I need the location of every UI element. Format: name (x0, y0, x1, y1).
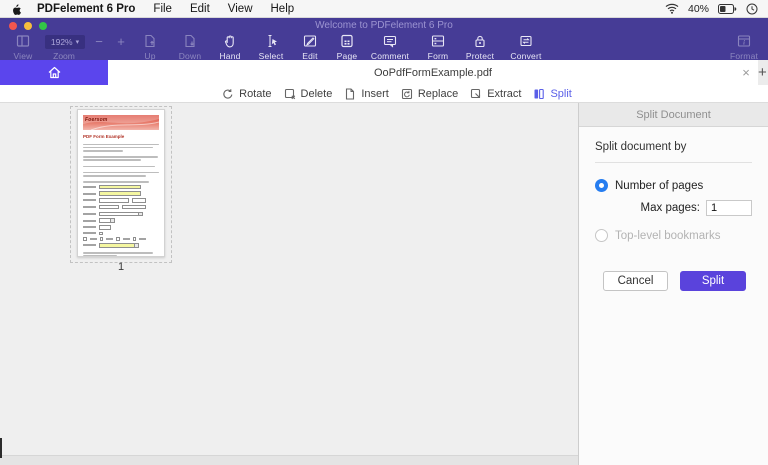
page-thumbnail[interactable]: Foersom PDF Form Example (77, 109, 165, 257)
toolbar-comment-button[interactable]: Comment (366, 33, 414, 61)
toolbar-page-button[interactable]: Page (323, 33, 371, 61)
menu-view[interactable]: View (228, 3, 253, 15)
toolbar-protect-button[interactable]: Protect (456, 33, 504, 61)
document-tab-title: OoPdfFormExample.pdf (374, 66, 492, 79)
page-grid-icon (323, 33, 371, 49)
sidebar-view-icon (0, 33, 47, 49)
menu-help[interactable]: Help (271, 3, 295, 15)
max-pages-row: Max pages: (595, 200, 752, 216)
rotate-tool-button[interactable]: Rotate (222, 88, 272, 100)
panel-title: Split Document (579, 103, 768, 127)
app-toolbar: Welcome to PDFelement 6 Pro View 192% ▾ … (0, 18, 768, 61)
window-title: Welcome to PDFelement 6 Pro (315, 20, 453, 31)
svg-text:i: i (743, 40, 745, 47)
home-tab-button[interactable] (0, 60, 108, 85)
panel-buttons: Cancel Split (603, 271, 746, 291)
battery-percent: 40% (687, 2, 709, 15)
new-tab-button[interactable]: + (758, 60, 768, 85)
toolbar-convert-button[interactable]: Convert (502, 33, 550, 61)
document-header-banner: Foersom (83, 115, 159, 130)
window-edge (0, 438, 2, 458)
apple-menu-icon[interactable] (10, 2, 23, 16)
rotate-icon (223, 88, 233, 99)
macos-menubar: PDFelement 6 Pro File Edit View Help 40% (0, 0, 768, 18)
zoom-level-value: 192% (50, 37, 73, 47)
radio-selected-icon[interactable] (595, 179, 608, 192)
document-tab[interactable]: OoPdfFormExample.pdf × (108, 60, 758, 85)
close-tab-icon[interactable]: × (734, 65, 758, 80)
horizontal-scrollbar[interactable] (0, 455, 578, 465)
radio-number-of-pages[interactable]: Number of pages (595, 179, 752, 192)
zoom-level-select[interactable]: 192% ▾ (45, 35, 85, 49)
delete-tool-button[interactable]: Delete (284, 88, 332, 100)
delete-icon (284, 88, 295, 99)
replace-tool-button[interactable]: Replace (401, 88, 458, 100)
radio-top-level-bookmarks[interactable]: Top-level bookmarks (595, 229, 752, 242)
insert-tool-button[interactable]: Insert (344, 88, 389, 100)
battery-icon[interactable] (718, 3, 737, 14)
format-info-icon: i (720, 33, 768, 49)
pdfelement-window: PDFelement 6 Pro File Edit View Help 40% (0, 0, 768, 465)
max-pages-label: Max pages: (640, 202, 700, 214)
wifi-icon[interactable] (665, 3, 679, 14)
menu-file[interactable]: File (153, 3, 172, 15)
clock-icon[interactable] (746, 3, 758, 15)
lock-icon (456, 33, 504, 49)
form-fields-icon (414, 33, 462, 49)
split-tool-button[interactable]: Split (533, 88, 572, 100)
comment-bubble-icon (366, 33, 414, 49)
tab-bar: OoPdfFormExample.pdf × + (0, 60, 768, 85)
panel-divider (595, 162, 752, 163)
split-icon (534, 88, 545, 99)
home-icon (48, 66, 60, 79)
insert-page-icon (346, 87, 355, 100)
extract-tool-button[interactable]: Extract (470, 88, 521, 100)
page-number-label: 1 (117, 261, 125, 273)
chevron-down-icon: ▾ (75, 39, 80, 46)
max-pages-input[interactable] (706, 200, 752, 216)
menubar-app-name[interactable]: PDFelement 6 Pro (37, 3, 135, 15)
split-by-label: Split document by (595, 141, 687, 153)
radio-unselected-icon[interactable] (595, 229, 608, 242)
extract-icon (471, 88, 481, 98)
replace-icon (401, 88, 412, 99)
menu-edit[interactable]: Edit (190, 3, 210, 15)
split-button[interactable]: Split (680, 271, 746, 291)
toolbar-format-button[interactable]: i Format (720, 33, 768, 61)
document-logo: Foersom (85, 117, 108, 123)
zoom-out-button[interactable]: − (92, 34, 106, 49)
page-tools-bar: Rotate Delete Insert Replace Extract Spl… (0, 85, 768, 103)
convert-arrows-icon (502, 33, 550, 49)
thumbnail-canvas: Foersom PDF Form Example 1 (0, 103, 578, 455)
toolbar-form-button[interactable]: Form (414, 33, 462, 61)
cancel-button[interactable]: Cancel (603, 271, 668, 291)
